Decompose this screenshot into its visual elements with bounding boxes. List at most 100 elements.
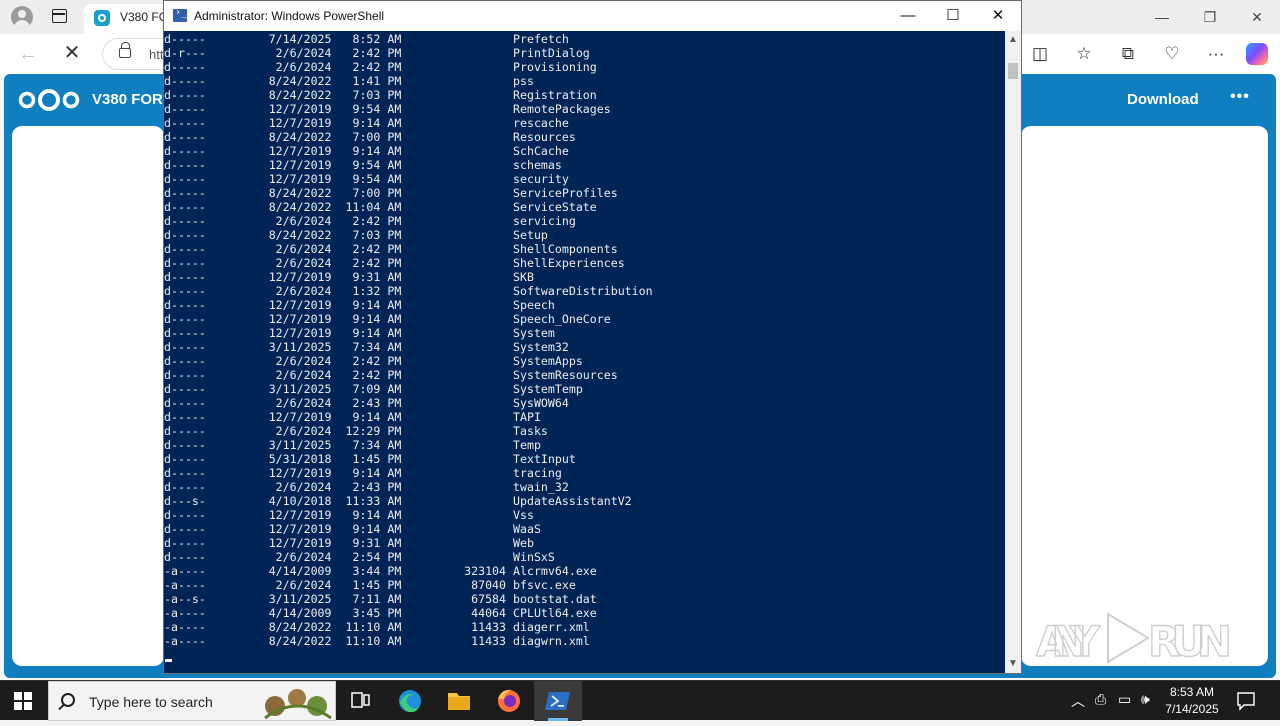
console-line: d----- 8/24/2022 7:00 PM ServiceProfiles bbox=[164, 186, 618, 200]
profile-avatar-icon[interactable] bbox=[11, 6, 33, 28]
console-line: -a---- 8/24/2022 11:10 AM 11433 diagerr.… bbox=[164, 620, 590, 634]
split-screen-icon[interactable]: ◫ bbox=[1027, 41, 1053, 67]
console-line: d----- 12/7/2019 9:14 AM tracing bbox=[164, 466, 562, 480]
console-line: d----- 3/11/2025 7:34 AM System32 bbox=[164, 340, 569, 354]
volume-icon[interactable]: 🕪 bbox=[1141, 691, 1150, 708]
back-arrow-icon[interactable]: ← bbox=[16, 42, 40, 66]
console-line: d----- 2/6/2024 2:54 PM WinSxS bbox=[164, 550, 555, 564]
browser-close-button[interactable]: ✕ bbox=[1234, 4, 1280, 30]
console-line: -a---- 2/6/2024 1:45 PM 87040 bfsvc.exe bbox=[164, 578, 576, 592]
console-line: d----- 12/7/2019 9:54 AM schemas bbox=[164, 158, 562, 172]
clock-date: 7/14/2025 bbox=[1165, 702, 1219, 716]
powershell-close-button[interactable]: ✕ bbox=[975, 1, 1021, 31]
collections-icon[interactable]: ⧉ bbox=[1115, 41, 1141, 67]
search-placeholder: Type here to search bbox=[89, 694, 213, 710]
content-panel bbox=[12, 126, 164, 666]
folder-icon bbox=[448, 693, 470, 710]
nextcloud-share-title: V380 FOR bbox=[92, 91, 163, 108]
console-line: d-r--- 2/6/2024 2:42 PM PrintDialog bbox=[164, 46, 590, 60]
more-actions-icon[interactable]: ••• bbox=[1230, 88, 1250, 106]
powershell-window: Administrator: Windows PowerShell — ☐ ✕ … bbox=[163, 0, 1022, 674]
console-line: d----- 12/7/2019 9:31 AM Web bbox=[164, 536, 534, 550]
console-line: d----- 2/6/2024 2:43 PM SysWOW64 bbox=[164, 396, 569, 410]
console-line: d----- 8/24/2022 7:00 PM Resources bbox=[164, 130, 576, 144]
download-button[interactable]: Download bbox=[1127, 91, 1199, 108]
powershell-icon bbox=[173, 7, 187, 22]
task-view-icon bbox=[351, 692, 370, 708]
taskbar-search-box[interactable]: Type here to search bbox=[48, 681, 336, 721]
powershell-titlebar[interactable]: Administrator: Windows PowerShell — ☐ ✕ bbox=[164, 1, 1021, 31]
console-line: d---s- 4/10/2018 11:33 AM UpdateAssistan… bbox=[164, 494, 632, 508]
console-line: d----- 8/24/2022 11:04 AM ServiceState bbox=[164, 200, 597, 214]
file-explorer-button[interactable] bbox=[435, 681, 483, 721]
network-icon[interactable]: ▭ bbox=[1118, 691, 1131, 708]
tab-title: V380 FO bbox=[120, 10, 169, 24]
browser-minimize-button[interactable]: — bbox=[1139, 4, 1185, 30]
scroll-down-icon[interactable]: ▼ bbox=[1007, 658, 1019, 670]
taskbar: Type here to search ︿ ⎙ ▭ 🕪 8:53 AM 7/14… bbox=[0, 680, 1280, 721]
scroll-up-icon[interactable]: ▲ bbox=[1007, 34, 1019, 46]
powershell-maximize-button[interactable]: ☐ bbox=[930, 1, 976, 31]
notifications-icon[interactable] bbox=[1236, 691, 1256, 711]
console-line: d----- 12/7/2019 9:14 AM System bbox=[164, 326, 555, 340]
favorites-star-icon[interactable]: ☆ bbox=[1071, 41, 1097, 67]
console-line: -a---- 4/14/2009 3:45 PM 44064 CPLUtl64.… bbox=[164, 606, 597, 620]
tab-favicon-icon bbox=[94, 10, 110, 26]
svg-text:RUN: RUN bbox=[1148, 617, 1232, 666]
content-panel-right bbox=[1021, 126, 1268, 666]
console-line: -a--s- 3/11/2025 7:11 AM 67584 bootstat.… bbox=[164, 592, 597, 606]
stop-loading-icon[interactable]: ✕ bbox=[60, 42, 84, 66]
copilot-icon[interactable] bbox=[1246, 43, 1268, 65]
svg-text:ANY: ANY bbox=[1036, 617, 1101, 666]
nextcloud-logo-icon bbox=[18, 89, 80, 111]
console-line: d----- 2/6/2024 2:42 PM ShellExperiences bbox=[164, 256, 625, 270]
console-line: d----- 2/6/2024 12:29 PM Tasks bbox=[164, 424, 548, 438]
console-line: d----- 12/7/2019 9:54 AM RemotePackages bbox=[164, 102, 611, 116]
network-drive-icon[interactable]: ⎙ bbox=[1095, 691, 1106, 708]
taskbar-clock[interactable]: 8:53 AM 7/14/2025 bbox=[1162, 684, 1222, 718]
console-line: d----- 12/7/2019 9:54 AM security bbox=[164, 172, 569, 186]
browser-essentials-icon[interactable]: ♡ bbox=[1159, 41, 1185, 67]
console-line: d----- 12/7/2019 9:14 AM Vss bbox=[164, 508, 534, 522]
console-line: d----- 5/31/2018 1:45 PM TextInput bbox=[164, 452, 576, 466]
powershell-minimize-button[interactable]: — bbox=[885, 1, 931, 31]
console-line: d----- 7/14/2025 8:52 AM Prefetch bbox=[164, 32, 569, 46]
console-line: d----- 2/6/2024 2:42 PM SystemResources bbox=[164, 368, 618, 382]
console-line: d----- 2/6/2024 2:42 PM ShellComponents bbox=[164, 242, 618, 256]
tab-actions-icon[interactable] bbox=[52, 9, 67, 23]
browser-tab[interactable]: V380 FO bbox=[84, 4, 174, 34]
browser-restore-button[interactable]: ❐ bbox=[1187, 4, 1233, 30]
task-view-button[interactable] bbox=[336, 681, 384, 721]
text-cursor bbox=[165, 659, 172, 662]
console-line: d----- 8/24/2022 7:03 PM Registration bbox=[164, 88, 597, 102]
edge-taskbar-button[interactable] bbox=[386, 681, 434, 721]
powershell-title: Administrator: Windows PowerShell bbox=[194, 9, 385, 23]
console-line: d----- 2/6/2024 2:42 PM Provisioning bbox=[164, 60, 597, 74]
console-line: d----- 12/7/2019 9:14 AM SchCache bbox=[164, 144, 569, 158]
console-line: d----- 2/6/2024 2:42 PM SystemApps bbox=[164, 354, 583, 368]
firefox-icon bbox=[498, 689, 520, 712]
show-hidden-icons-chevron-icon[interactable]: ︿ bbox=[1071, 691, 1085, 711]
console-line: d----- 2/6/2024 2:42 PM servicing bbox=[164, 214, 576, 228]
console-line: d----- 12/7/2019 9:31 AM SKB bbox=[164, 270, 534, 284]
edge-icon bbox=[399, 690, 421, 713]
console-line: d----- 8/24/2022 1:41 PM pss bbox=[164, 74, 534, 88]
anyrun-watermark: ANY RUN bbox=[1036, 612, 1233, 667]
windows-start-icon[interactable] bbox=[14, 692, 32, 710]
powershell-taskbar-button[interactable] bbox=[534, 681, 582, 721]
lock-icon[interactable] bbox=[119, 42, 131, 58]
console-line: d----- 12/7/2019 9:14 AM rescache bbox=[164, 116, 569, 130]
console-line: d----- 3/11/2025 7:09 AM SystemTemp bbox=[164, 382, 583, 396]
console-line: d----- 12/7/2019 9:14 AM Speech bbox=[164, 298, 555, 312]
console-line: -a---- 8/24/2022 11:10 AM 11433 diagwrn.… bbox=[164, 634, 590, 648]
console-line: d----- 12/7/2019 9:14 AM Speech_OneCore bbox=[164, 312, 611, 326]
powershell-console[interactable]: d----- 7/14/2025 8:52 AM Prefetch d-r--- … bbox=[164, 31, 1004, 673]
settings-more-icon[interactable]: ··· bbox=[1203, 41, 1229, 67]
vertical-scrollbar[interactable]: ▲ ▼ bbox=[1005, 31, 1021, 673]
address-text: htt bbox=[149, 47, 164, 62]
console-line: d----- 12/7/2019 9:14 AM TAPI bbox=[164, 410, 541, 424]
console-line: d----- 3/11/2025 7:34 AM Temp bbox=[164, 438, 541, 452]
search-highlight-icon bbox=[264, 689, 332, 720]
firefox-taskbar-button[interactable] bbox=[485, 681, 533, 721]
scrollbar-thumb[interactable] bbox=[1008, 63, 1018, 79]
